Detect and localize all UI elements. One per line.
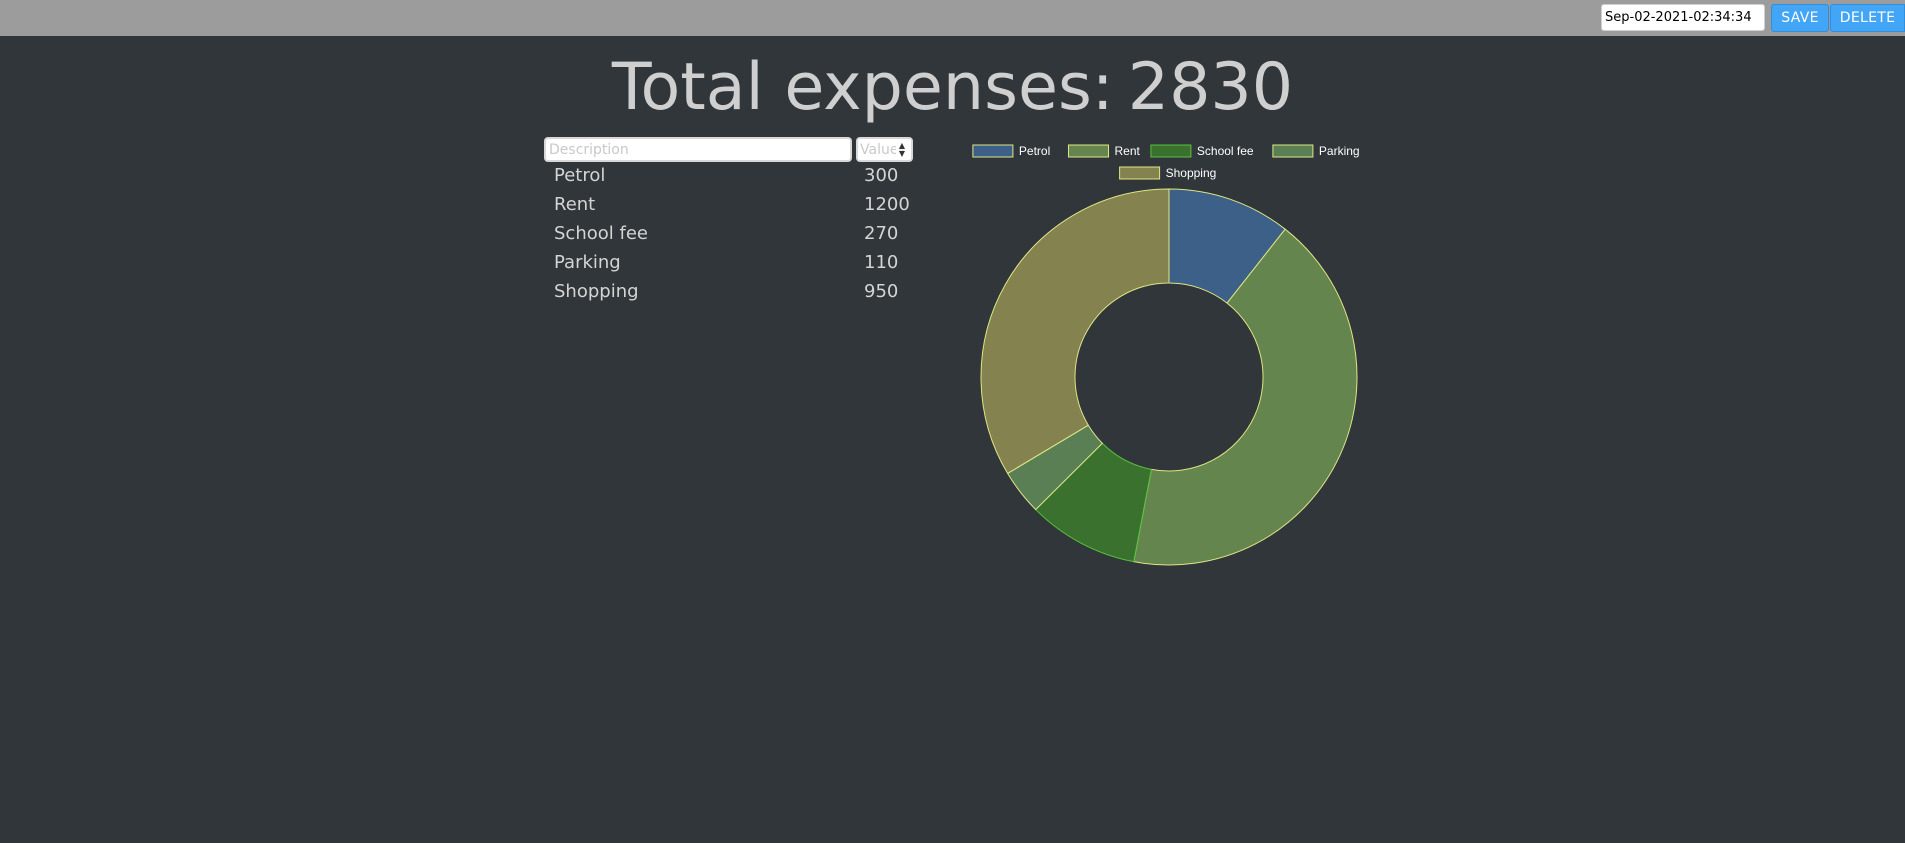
expense-list: Petrol 300 Rent 1200 School fee 270 Park…: [554, 162, 924, 307]
legend-item-school-fee[interactable]: School fee: [1150, 144, 1254, 158]
value-field: ▲ ▼: [856, 137, 913, 162]
expense-value: 270: [864, 223, 899, 244]
description-input[interactable]: [544, 137, 852, 162]
legend-label: Petrol: [1019, 144, 1050, 158]
chart-legend: Petrol Rent School fee Parking Shopping: [972, 144, 1360, 180]
top-bar: SAVE DELETE: [0, 0, 1905, 36]
expense-description: School fee: [554, 223, 648, 244]
legend-item-parking[interactable]: Parking: [1272, 144, 1360, 158]
value-input[interactable]: [858, 139, 898, 160]
legend-swatch: [1068, 144, 1109, 158]
chart-slices: [980, 188, 1358, 566]
expense-description: Parking: [554, 252, 621, 273]
legend-label: School fee: [1197, 144, 1254, 158]
total-label: Total expenses:: [611, 50, 1114, 125]
delete-button[interactable]: DELETE: [1830, 4, 1905, 32]
legend-item-shopping[interactable]: Shopping: [1119, 166, 1217, 180]
legend-label: Rent: [1115, 144, 1141, 158]
expense-value: 110: [864, 252, 899, 273]
legend-swatch: [1272, 144, 1314, 158]
expense-value: 1200: [864, 194, 910, 215]
total-expenses-heading: Total expenses: 2830: [0, 48, 1905, 128]
total-value: 2830: [1127, 50, 1294, 125]
chevron-down-icon[interactable]: ▼: [899, 149, 905, 158]
list-item[interactable]: Parking 110: [554, 249, 924, 278]
legend-item-petrol[interactable]: Petrol: [972, 144, 1050, 158]
expense-doughnut-chart: Petrol Rent School fee Parking Shopping: [972, 144, 1360, 566]
save-button[interactable]: SAVE: [1771, 4, 1829, 32]
legend-label: Parking: [1319, 144, 1360, 158]
legend-item-rent[interactable]: Rent: [1068, 144, 1141, 158]
file-name-input[interactable]: [1601, 4, 1765, 31]
value-stepper[interactable]: ▲ ▼: [896, 140, 908, 159]
expense-description: Rent: [554, 194, 596, 215]
expense-description: Shopping: [554, 281, 639, 302]
chart-slice-shopping[interactable]: [980, 188, 1170, 475]
list-item[interactable]: Shopping 950: [554, 278, 924, 307]
expense-value: 300: [864, 165, 899, 186]
list-item[interactable]: Rent 1200: [554, 191, 924, 220]
expense-description: Petrol: [554, 165, 606, 186]
legend-swatch: [972, 144, 1014, 158]
list-item[interactable]: School fee 270: [554, 220, 924, 249]
legend-swatch: [1150, 144, 1192, 158]
legend-swatch: [1119, 166, 1161, 180]
legend-label: Shopping: [1166, 166, 1217, 180]
expense-value: 950: [864, 281, 899, 302]
list-item[interactable]: Petrol 300: [554, 162, 924, 191]
